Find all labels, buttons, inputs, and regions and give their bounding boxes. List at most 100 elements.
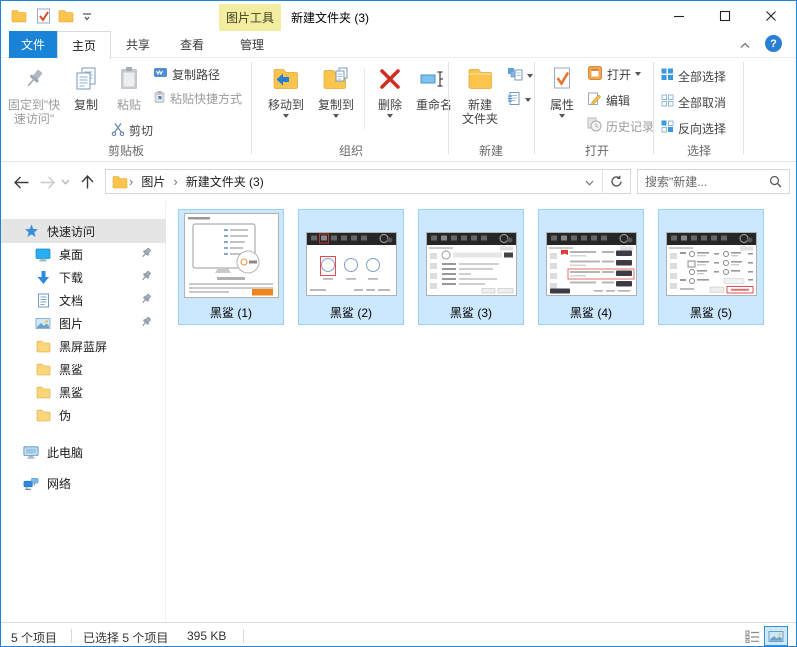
file-item[interactable]: 黑鲨 (4) bbox=[538, 209, 644, 325]
pinned-pin-icon bbox=[140, 316, 152, 331]
copy-to-icon bbox=[322, 60, 350, 98]
maximize-button[interactable] bbox=[702, 1, 748, 31]
properties-button[interactable]: 属性 bbox=[543, 60, 581, 118]
help-icon[interactable]: ? bbox=[765, 35, 782, 52]
qat-new-folder-icon[interactable] bbox=[56, 7, 76, 25]
tab-home[interactable]: 主页 bbox=[57, 31, 111, 59]
forward-button[interactable] bbox=[35, 170, 59, 194]
downloads-icon bbox=[35, 270, 51, 286]
paste-shortcut-button[interactable]: 粘贴快捷方式 bbox=[153, 88, 242, 108]
close-button[interactable] bbox=[748, 1, 794, 31]
sidebar-item-documents[interactable]: 文档 bbox=[1, 289, 166, 312]
delete-button[interactable]: 删除 bbox=[371, 60, 409, 118]
quick-access-icon bbox=[23, 223, 39, 239]
new-folder-button[interactable]: 新建文件夹 bbox=[456, 60, 504, 126]
cut-button[interactable]: 剪切 bbox=[111, 120, 153, 140]
new-folder-icon bbox=[466, 60, 494, 98]
documents-icon bbox=[35, 293, 51, 309]
file-thumbnail bbox=[666, 232, 757, 296]
collapse-ribbon-icon[interactable] bbox=[736, 37, 754, 53]
organize-group-label: 组织 bbox=[291, 142, 411, 159]
pin-to-quick-access-button[interactable]: 固定到"快速访问" bbox=[5, 60, 63, 126]
select-none-button[interactable]: 全部取消 bbox=[661, 92, 726, 112]
up-button[interactable] bbox=[75, 170, 99, 194]
sidebar-item-downloads[interactable]: 下载 bbox=[1, 266, 166, 289]
sidebar-item-folder[interactable]: 黑屏蓝屏 bbox=[1, 335, 166, 358]
desktop-icon bbox=[35, 247, 51, 263]
qat-properties-icon[interactable] bbox=[33, 7, 53, 25]
navigation-pane: 快速访问 桌面 下载 bbox=[1, 201, 166, 622]
sidebar-item-desktop[interactable]: 桌面 bbox=[1, 243, 166, 266]
open-button[interactable]: 打开 bbox=[587, 64, 641, 84]
pin-icon bbox=[21, 60, 47, 98]
sidebar-item-folder[interactable]: 黑鲨 bbox=[1, 381, 166, 404]
invert-selection-button[interactable]: 反向选择 bbox=[661, 118, 726, 138]
address-box[interactable]: › 图片 › 新建文件夹 (3) bbox=[105, 169, 631, 194]
item-count: 5 个项目 bbox=[11, 629, 57, 646]
clipboard-group-label: 剪贴板 bbox=[61, 142, 191, 159]
copy-path-button[interactable]: 复制路径 bbox=[153, 64, 220, 84]
group-separator bbox=[251, 62, 252, 154]
back-button[interactable] bbox=[9, 170, 33, 194]
file-name: 黑鲨 (4) bbox=[539, 304, 643, 321]
separator bbox=[243, 629, 244, 643]
rename-button[interactable]: 重命名 bbox=[411, 60, 457, 112]
search-icon[interactable] bbox=[769, 175, 789, 188]
tab-manage[interactable]: 管理 bbox=[223, 31, 281, 58]
select-none-icon bbox=[661, 94, 674, 110]
copy-to-button[interactable]: 复制到 bbox=[313, 60, 359, 118]
thumbnail-view-button[interactable] bbox=[764, 626, 788, 646]
selection-size: 395 KB bbox=[187, 629, 226, 643]
address-dropdown-chevron-icon[interactable] bbox=[577, 175, 602, 189]
pinned-pin-icon bbox=[140, 270, 152, 285]
explorer-window: 图片工具 新建文件夹 (3) 文件 主页 共享 查看 管理 ? 固定到"快速访问… bbox=[0, 0, 797, 647]
move-to-button[interactable]: 移动到 bbox=[263, 60, 309, 118]
folder-icon bbox=[35, 385, 51, 401]
sidebar-item-folder[interactable]: 黑鲨 bbox=[1, 358, 166, 381]
new-item-button[interactable] bbox=[507, 66, 533, 86]
sidebar-item-this-pc[interactable]: 此电脑 bbox=[1, 441, 166, 464]
title-bar: 图片工具 新建文件夹 (3) bbox=[1, 1, 796, 31]
search-input[interactable] bbox=[638, 175, 769, 189]
file-item[interactable]: 黑鲨 (1) bbox=[178, 209, 284, 325]
group-separator bbox=[743, 62, 744, 154]
new-item-icon bbox=[507, 67, 523, 85]
qat-customize-chevron-icon[interactable] bbox=[77, 7, 97, 25]
tab-file[interactable]: 文件 bbox=[9, 31, 57, 58]
file-item[interactable]: 黑鲨 (3) bbox=[418, 209, 524, 325]
paste-button[interactable]: 粘贴 bbox=[108, 60, 150, 112]
pictures-icon bbox=[35, 316, 51, 332]
tab-view[interactable]: 查看 bbox=[165, 31, 219, 58]
edit-button[interactable]: 编辑 bbox=[587, 90, 630, 110]
select-all-icon bbox=[661, 68, 674, 84]
recent-locations-chevron-icon[interactable] bbox=[57, 170, 73, 194]
minimize-button[interactable] bbox=[656, 1, 702, 31]
copy-button[interactable]: 复制 bbox=[65, 60, 107, 112]
history-clock-icon bbox=[587, 117, 602, 135]
breadcrumb-current-folder[interactable]: 新建文件夹 (3) bbox=[179, 170, 271, 193]
folder-icon bbox=[35, 362, 51, 378]
easy-access-icon bbox=[507, 91, 521, 109]
file-item[interactable]: 黑鲨 (2) bbox=[298, 209, 404, 325]
dropdown-arrow-icon bbox=[333, 114, 339, 118]
qat-folder-icon[interactable] bbox=[9, 7, 29, 25]
sidebar-item-network[interactable]: 网络 bbox=[1, 472, 166, 495]
window-title: 新建文件夹 (3) bbox=[291, 9, 369, 26]
this-pc-icon bbox=[23, 445, 39, 461]
dropdown-arrow-icon bbox=[283, 114, 289, 118]
file-item[interactable]: 黑鲨 (5) bbox=[658, 209, 764, 325]
tab-share[interactable]: 共享 bbox=[111, 31, 165, 58]
picture-tools-header[interactable]: 图片工具 bbox=[219, 4, 281, 31]
address-folder-icon bbox=[106, 175, 128, 189]
breadcrumb-pictures[interactable]: 图片 bbox=[134, 170, 172, 193]
easy-access-button[interactable] bbox=[507, 90, 531, 110]
refresh-icon[interactable] bbox=[603, 175, 630, 188]
group-separator bbox=[534, 62, 535, 154]
select-all-button[interactable]: 全部选择 bbox=[661, 66, 726, 86]
sidebar-item-quick-access[interactable]: 快速访问 bbox=[1, 219, 166, 243]
sidebar-item-pictures[interactable]: 图片 bbox=[1, 312, 166, 335]
sidebar-item-folder[interactable]: 伪 bbox=[1, 404, 166, 427]
history-button[interactable]: 历史记录 bbox=[587, 116, 654, 136]
separator bbox=[71, 629, 72, 643]
details-view-button[interactable] bbox=[742, 627, 762, 645]
